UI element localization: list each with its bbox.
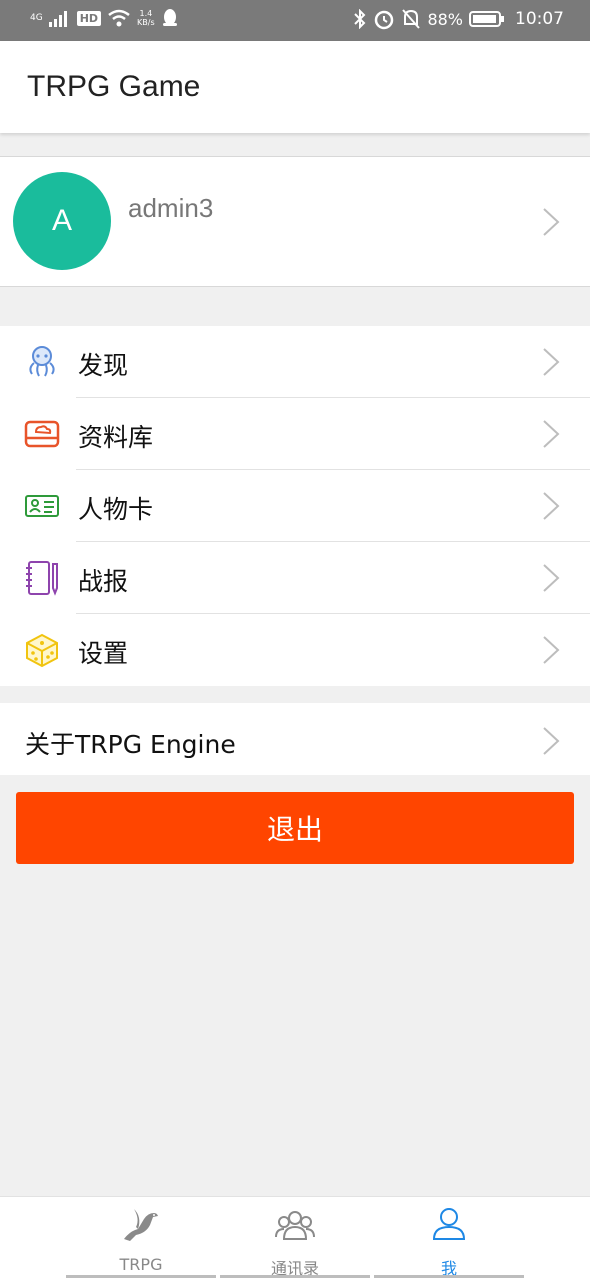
- tab-label: TRPG: [119, 1255, 163, 1274]
- chevron-right-icon: [542, 491, 560, 521]
- menu-item-character-card[interactable]: 人物卡: [0, 470, 590, 542]
- user-profile-icon: [432, 1208, 466, 1240]
- alarm-icon: [375, 10, 394, 30]
- mute-bell-icon: [402, 9, 421, 29]
- signal-icon: [48, 11, 67, 27]
- profile-card[interactable]: A admin3: [0, 156, 590, 287]
- status-right: 88% 10:07: [353, 8, 564, 30]
- battery-icon: [469, 11, 504, 27]
- menu-item-label: 战报: [78, 567, 129, 596]
- notebook-pencil-icon: [26, 561, 58, 596]
- chevron-right-icon: [542, 726, 560, 756]
- bottom-tab-bar: TRPG 通讯录 我: [0, 1196, 590, 1278]
- dice-icon: [26, 633, 58, 668]
- app-title: TRPG Game: [27, 70, 201, 103]
- avatar: A: [13, 172, 111, 270]
- username: admin3: [128, 193, 214, 223]
- tab-trpg[interactable]: TRPG: [66, 1197, 216, 1278]
- menu-item-battle-report[interactable]: 战报: [0, 542, 590, 614]
- menu-item-label: 发现: [78, 351, 129, 380]
- chevron-right-icon: [542, 419, 560, 449]
- wifi-icon: [108, 9, 130, 27]
- chevron-right-icon: [542, 207, 560, 237]
- app-bar: TRPG Game: [0, 41, 590, 133]
- menu-item-label: 人物卡: [78, 495, 154, 524]
- bluetooth-icon: [354, 9, 366, 29]
- contacts-group-icon: [275, 1211, 315, 1240]
- about-label: 关于TRPG Engine: [25, 730, 236, 759]
- about-row[interactable]: 关于TRPG Engine: [0, 703, 590, 775]
- tab-contacts[interactable]: 通讯录: [220, 1197, 370, 1278]
- octopus-icon: [29, 346, 55, 377]
- pigeon-icon: [124, 1209, 158, 1241]
- menu-item-library[interactable]: 资料库: [0, 398, 590, 470]
- network-type: 4G: [30, 12, 43, 23]
- clock: 10:07: [515, 9, 564, 29]
- status-bar: 4G HD 1.4 KB/s 88% 10:07: [0, 0, 590, 41]
- logout-button[interactable]: 退出: [16, 792, 574, 864]
- network-speed: 1.4 KB/s: [137, 9, 155, 27]
- speed-value: 1.4: [139, 9, 153, 18]
- hd-badge: HD: [76, 10, 102, 26]
- battery-percent: 88%: [427, 9, 463, 29]
- storage-drive-icon: [24, 420, 60, 448]
- menu-item-label: 资料库: [78, 423, 154, 452]
- status-left: 4G HD 1.4 KB/s: [30, 8, 179, 28]
- menu-item-label: 设置: [78, 639, 129, 668]
- chevron-right-icon: [542, 635, 560, 665]
- chevron-right-icon: [542, 563, 560, 593]
- speed-unit: KB/s: [137, 18, 155, 27]
- id-card-icon: [25, 495, 59, 517]
- menu-list: 发现 资料库 人物卡 战报 设置: [0, 326, 590, 686]
- menu-item-discover[interactable]: 发现: [0, 326, 590, 398]
- chevron-right-icon: [542, 347, 560, 377]
- menu-item-settings[interactable]: 设置: [0, 614, 590, 686]
- tab-me[interactable]: 我: [374, 1197, 524, 1278]
- qq-icon: [162, 9, 177, 26]
